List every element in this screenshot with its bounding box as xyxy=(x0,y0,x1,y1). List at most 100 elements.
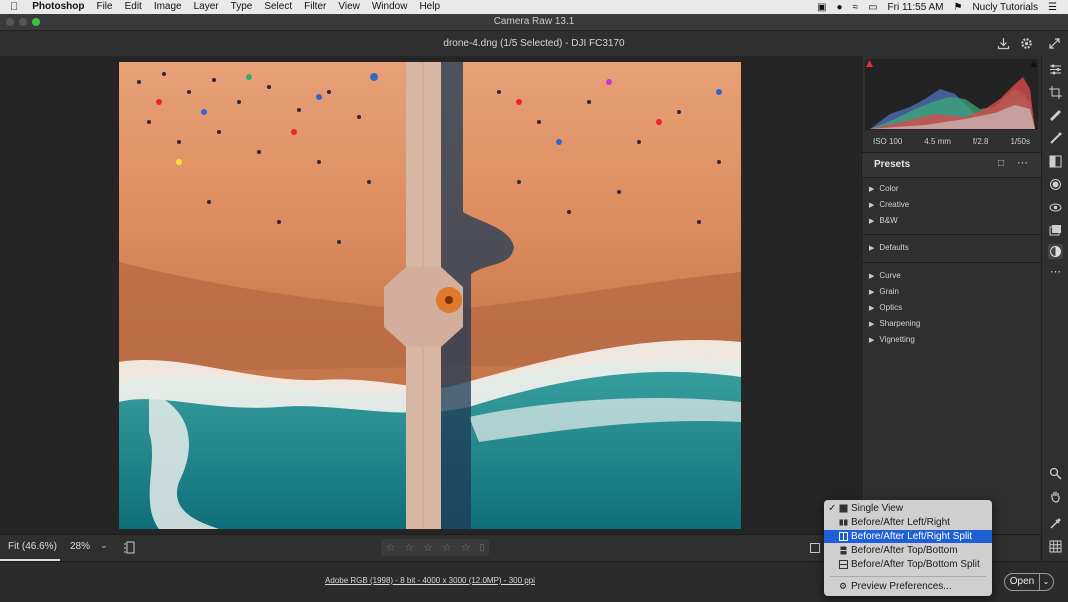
histogram[interactable] xyxy=(865,59,1038,130)
more-options-icon[interactable]: ⋯ xyxy=(1017,156,1028,169)
menu-filter[interactable]: Filter xyxy=(298,0,332,14)
trash-icon[interactable]: ▯ xyxy=(480,542,485,553)
presets-title: Presets xyxy=(874,159,911,170)
file-header: drone-4.dng (1/5 Selected) - DJI FC3170 xyxy=(0,31,1068,56)
exif-info: ISO 100 4.5 mm f/2.8 1/50s xyxy=(862,133,1041,149)
divider xyxy=(862,262,1041,263)
expand-triangle-icon: ▶ xyxy=(869,321,875,328)
chevron-down-icon[interactable]: ⌄ xyxy=(100,540,108,551)
edit-panel: ISO 100 4.5 mm f/2.8 1/50s Presets □ ⋯ ▶… xyxy=(861,56,1041,534)
edit-sliders-icon[interactable] xyxy=(1048,62,1063,77)
fit-zoom-button[interactable]: Fit (46.6%) xyxy=(8,541,57,552)
preset-group-curve[interactable]: ▶ Curve xyxy=(869,271,901,280)
preset-group-creative[interactable]: ▶ Creative xyxy=(869,200,909,209)
open-button[interactable]: Open xyxy=(1004,573,1040,591)
expand-triangle-icon: ▶ xyxy=(869,305,875,312)
window-title: Camera Raw 13.1 xyxy=(493,16,575,27)
menu-help[interactable]: Help xyxy=(413,0,446,14)
save-image-icon[interactable] xyxy=(997,37,1010,50)
star-icon[interactable]: ☆ xyxy=(385,541,395,554)
expand-triangle-icon: ▶ xyxy=(869,245,875,252)
exif-aperture: f/2.8 xyxy=(972,136,989,146)
divider xyxy=(862,234,1041,235)
window-titlebar: Camera Raw 13.1 xyxy=(0,14,1068,31)
menu-image[interactable]: Image xyxy=(148,0,188,14)
menu-item-before-after-left-right-split[interactable]: Before/After Left/Right Split xyxy=(824,530,992,543)
graduated-filter-icon[interactable] xyxy=(1048,154,1063,169)
red-eye-icon[interactable] xyxy=(1048,200,1063,215)
open-options-chevron-icon[interactable]: ⌄ xyxy=(1039,573,1054,591)
filmstrip-icon[interactable] xyxy=(124,541,136,554)
healing-icon[interactable] xyxy=(1048,108,1063,123)
settings-gear-icon[interactable] xyxy=(1020,37,1033,50)
preset-group-vignetting[interactable]: ▶ Vignetting xyxy=(869,335,915,344)
list-icon[interactable]: ☰ xyxy=(1043,2,1062,13)
menu-item-before-after-top-bottom-split[interactable]: Before/After Top/Bottom Split xyxy=(824,558,992,571)
menu-item-before-after-left-right[interactable]: Before/After Left/Right xyxy=(824,516,992,529)
menu-app[interactable]: Photoshop xyxy=(26,0,90,14)
clock[interactable]: Fri 11:55 AM xyxy=(883,2,949,13)
menu-item-before-after-top-bottom[interactable]: Before/After Top/Bottom xyxy=(824,544,992,557)
creative-cloud-icon[interactable]: ● xyxy=(832,2,848,13)
menu-select[interactable]: Select xyxy=(258,0,298,14)
wifi-icon[interactable]: ≈ xyxy=(848,2,864,13)
screen-record-icon[interactable]: ▣ xyxy=(812,2,831,13)
preview-mode-icon[interactable] xyxy=(810,543,820,553)
eyedropper-icon[interactable] xyxy=(1048,516,1063,531)
presets-icon[interactable] xyxy=(1048,244,1063,259)
fullscreen-icon[interactable] xyxy=(1048,37,1061,50)
single-view-icon xyxy=(839,504,848,513)
tool-strip: ⋯ xyxy=(1041,56,1068,561)
workflow-options-link[interactable]: Adobe RGB (1998) - 8 bit - 4000 x 3000 (… xyxy=(0,576,860,585)
menu-divider xyxy=(830,576,986,577)
preset-group-color[interactable]: ▶ Color xyxy=(869,184,899,193)
preset-group-bw[interactable]: ▶ B&W xyxy=(869,216,898,225)
photo-preview[interactable] xyxy=(119,62,741,529)
new-preset-icon[interactable]: □ xyxy=(998,158,1004,169)
checkmark-icon: ✓ xyxy=(828,503,837,514)
left-right-view-icon xyxy=(839,519,848,526)
exif-shutter: 1/50s xyxy=(1010,136,1031,146)
crop-icon[interactable] xyxy=(1048,85,1063,100)
menu-view[interactable]: View xyxy=(332,0,366,14)
highlight-clipping-icon[interactable] xyxy=(1029,59,1038,68)
star-icon[interactable]: ☆ xyxy=(423,541,433,554)
shadow-clipping-icon[interactable] xyxy=(865,59,874,68)
menu-window[interactable]: Window xyxy=(366,0,414,14)
star-icon[interactable]: ☆ xyxy=(442,541,452,554)
star-icon[interactable]: ☆ xyxy=(404,541,414,554)
star-icon[interactable]: ☆ xyxy=(461,541,471,554)
apple-icon[interactable]:  xyxy=(0,0,26,14)
hand-icon[interactable] xyxy=(1048,489,1063,504)
view-mode-menu: ✓ Single View Before/After Left/Right Be… xyxy=(824,500,992,596)
preset-group-defaults[interactable]: ▶ Defaults xyxy=(869,243,909,252)
mac-menubar:  Photoshop File Edit Image Layer Type S… xyxy=(0,0,1068,14)
radial-filter-icon[interactable] xyxy=(1048,177,1063,192)
expand-triangle-icon: ▶ xyxy=(869,202,875,209)
menu-item-single-view[interactable]: ✓ Single View xyxy=(824,502,992,515)
flag-icon[interactable]: ⚑ xyxy=(948,2,967,13)
top-bottom-split-icon xyxy=(839,560,848,569)
zoom-icon[interactable] xyxy=(1048,466,1063,481)
preset-group-sharpening[interactable]: ▶ Sharpening xyxy=(869,319,920,328)
menu-item-preview-preferences[interactable]: ⚙ Preview Preferences... xyxy=(824,580,992,593)
expand-triangle-icon: ▶ xyxy=(869,337,875,344)
menu-layer[interactable]: Layer xyxy=(188,0,225,14)
left-right-split-icon xyxy=(839,532,848,541)
expand-triangle-icon: ▶ xyxy=(869,273,875,280)
expand-triangle-icon: ▶ xyxy=(869,218,875,225)
menu-edit[interactable]: Edit xyxy=(119,0,148,14)
user-name[interactable]: Nucly Tutorials xyxy=(967,2,1043,13)
airplay-icon[interactable]: ▭ xyxy=(863,2,882,13)
preset-group-grain[interactable]: ▶ Grain xyxy=(869,287,899,296)
snapshots-icon[interactable] xyxy=(1048,223,1063,238)
exif-focal: 4.5 mm xyxy=(924,136,951,146)
menu-type[interactable]: Type xyxy=(225,0,259,14)
zoom-percent[interactable]: 28% xyxy=(70,541,90,552)
brush-icon[interactable] xyxy=(1048,131,1063,146)
more-tools-icon[interactable]: ⋯ xyxy=(1048,264,1063,279)
star-rating[interactable]: ☆ ☆ ☆ ☆ ☆ ▯ xyxy=(381,539,489,556)
grid-icon[interactable] xyxy=(1048,539,1063,554)
menu-file[interactable]: File xyxy=(90,0,118,14)
preset-group-optics[interactable]: ▶ Optics xyxy=(869,303,902,312)
